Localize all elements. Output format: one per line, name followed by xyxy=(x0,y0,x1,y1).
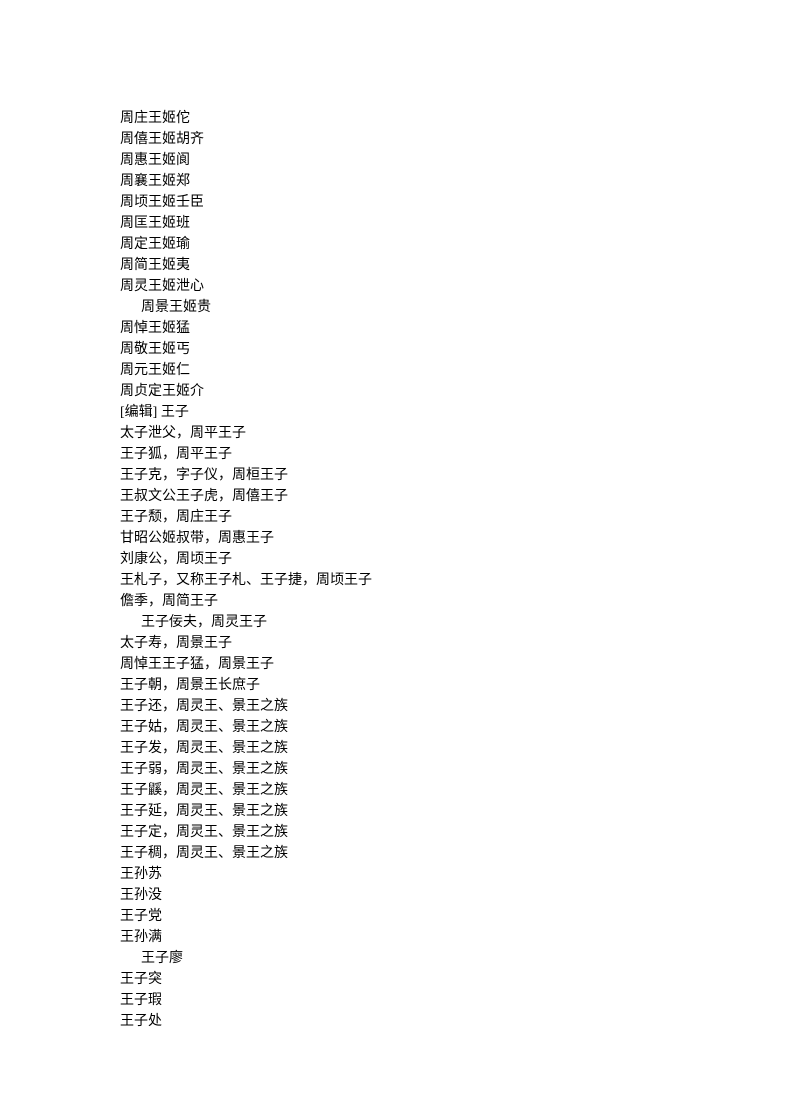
text-line: 周僖王姬胡齐 xyxy=(120,129,792,150)
text-line: 儋季，周简王子 xyxy=(120,591,792,612)
text-line: 王子颓，周庄王子 xyxy=(120,507,792,528)
text-line: 太子泄父，周平王子 xyxy=(120,423,792,444)
text-line: 王子瑕 xyxy=(120,990,792,1011)
text-line: 王子鼷，周灵王、景王之族 xyxy=(120,780,792,801)
text-line: 王子发，周灵王、景王之族 xyxy=(120,738,792,759)
text-line: 周襄王姬郑 xyxy=(120,171,792,192)
text-line: 周元王姬仁 xyxy=(120,360,792,381)
text-line: 王子弱，周灵王、景王之族 xyxy=(120,759,792,780)
text-line: 周定王姬瑜 xyxy=(120,234,792,255)
text-line: 王子稠，周灵王、景王之族 xyxy=(120,843,792,864)
text-line: 刘康公，周顷王子 xyxy=(120,549,792,570)
text-line: 周灵王姬泄心 xyxy=(120,276,792,297)
text-line: 周贞定王姬介 xyxy=(120,381,792,402)
text-line: 周惠王姬阆 xyxy=(120,150,792,171)
text-line: 王子佞夫，周灵王子 xyxy=(120,612,792,633)
text-line: 周匡王姬班 xyxy=(120,213,792,234)
text-line: 王子姑，周灵王、景王之族 xyxy=(120,717,792,738)
text-line: 王孙没 xyxy=(120,885,792,906)
text-line: 周顷王姬壬臣 xyxy=(120,192,792,213)
text-line: 王子廖 xyxy=(120,948,792,969)
text-line: 周悼王姬猛 xyxy=(120,318,792,339)
text-line: 王子狐，周平王子 xyxy=(120,444,792,465)
text-line: 周悼王王子猛，周景王子 xyxy=(120,654,792,675)
text-line: 王孙满 xyxy=(120,927,792,948)
text-line: 王札子，又称王子札、王子捷，周顷王子 xyxy=(120,570,792,591)
text-line: 王子克，字子仪，周桓王子 xyxy=(120,465,792,486)
document-page: 周庄王姬佗周僖王姬胡齐周惠王姬阆周襄王姬郑周顷王姬壬臣周匡王姬班周定王姬瑜周简王… xyxy=(0,0,792,1032)
text-line: 王子突 xyxy=(120,969,792,990)
text-line: [编辑] 王子 xyxy=(120,402,792,423)
text-line: 王子还，周灵王、景王之族 xyxy=(120,696,792,717)
text-line: 太子寿，周景王子 xyxy=(120,633,792,654)
text-line: 王子延，周灵王、景王之族 xyxy=(120,801,792,822)
text-line: 王叔文公王子虎，周僖王子 xyxy=(120,486,792,507)
text-line: 周庄王姬佗 xyxy=(120,108,792,129)
text-line: 王子朝，周景王长庶子 xyxy=(120,675,792,696)
text-line: 甘昭公姬叔带，周惠王子 xyxy=(120,528,792,549)
text-line: 王孙苏 xyxy=(120,864,792,885)
text-line: 周敬王姬丐 xyxy=(120,339,792,360)
text-line: 王子定，周灵王、景王之族 xyxy=(120,822,792,843)
text-line: 王子处 xyxy=(120,1011,792,1032)
text-line: 王子党 xyxy=(120,906,792,927)
text-line: 周景王姬贵 xyxy=(120,297,792,318)
text-line: 周简王姬夷 xyxy=(120,255,792,276)
